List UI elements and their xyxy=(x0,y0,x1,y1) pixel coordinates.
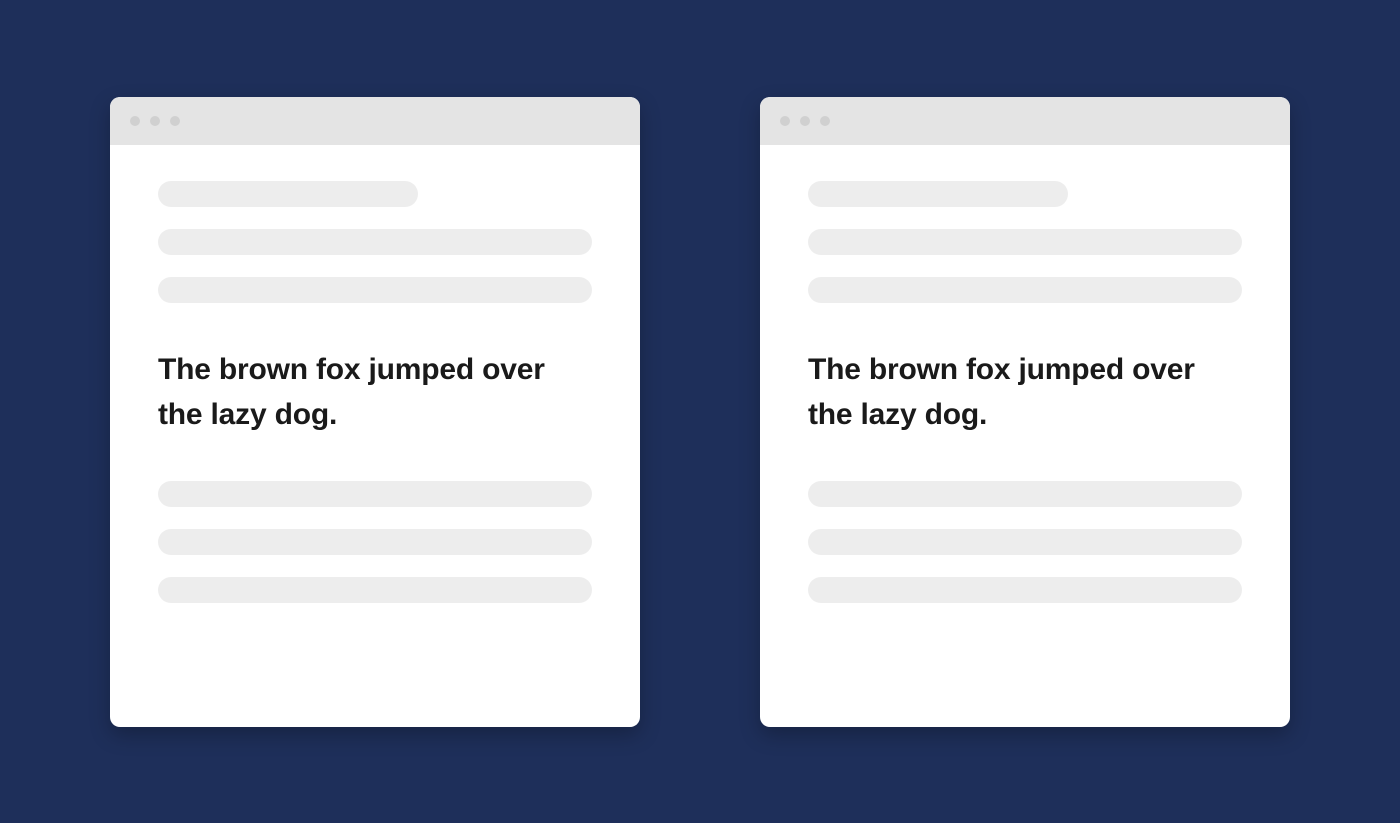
window-control-dot-icon xyxy=(170,116,180,126)
window-control-dot-icon xyxy=(780,116,790,126)
placeholder-group-bottom xyxy=(158,481,592,603)
placeholder-line xyxy=(808,529,1242,555)
placeholder-line xyxy=(808,577,1242,603)
placeholder-group-top xyxy=(158,181,592,303)
placeholder-line xyxy=(158,229,592,255)
window-control-dot-icon xyxy=(820,116,830,126)
window-right: The brown fox jumped over the lazy dog. xyxy=(760,97,1290,727)
placeholder-line xyxy=(808,229,1242,255)
placeholder-group-bottom xyxy=(808,481,1242,603)
placeholder-line xyxy=(158,277,592,303)
window-left: The brown fox jumped over the lazy dog. xyxy=(110,97,640,727)
window-control-dot-icon xyxy=(800,116,810,126)
placeholder-line xyxy=(808,277,1242,303)
titlebar-left xyxy=(110,97,640,145)
placeholder-line xyxy=(158,529,592,555)
window-control-dot-icon xyxy=(130,116,140,126)
placeholder-line xyxy=(158,481,592,507)
placeholder-line xyxy=(808,481,1242,507)
placeholder-group-top xyxy=(808,181,1242,303)
placeholder-line xyxy=(158,181,418,207)
content-right: The brown fox jumped over the lazy dog. xyxy=(760,145,1290,727)
window-control-dot-icon xyxy=(150,116,160,126)
heading-right: The brown fox jumped over the lazy dog. xyxy=(808,347,1242,437)
titlebar-right xyxy=(760,97,1290,145)
heading-left: The brown fox jumped over the lazy dog. xyxy=(158,347,592,437)
placeholder-line xyxy=(158,577,592,603)
content-left: The brown fox jumped over the lazy dog. xyxy=(110,145,640,727)
placeholder-line xyxy=(808,181,1068,207)
